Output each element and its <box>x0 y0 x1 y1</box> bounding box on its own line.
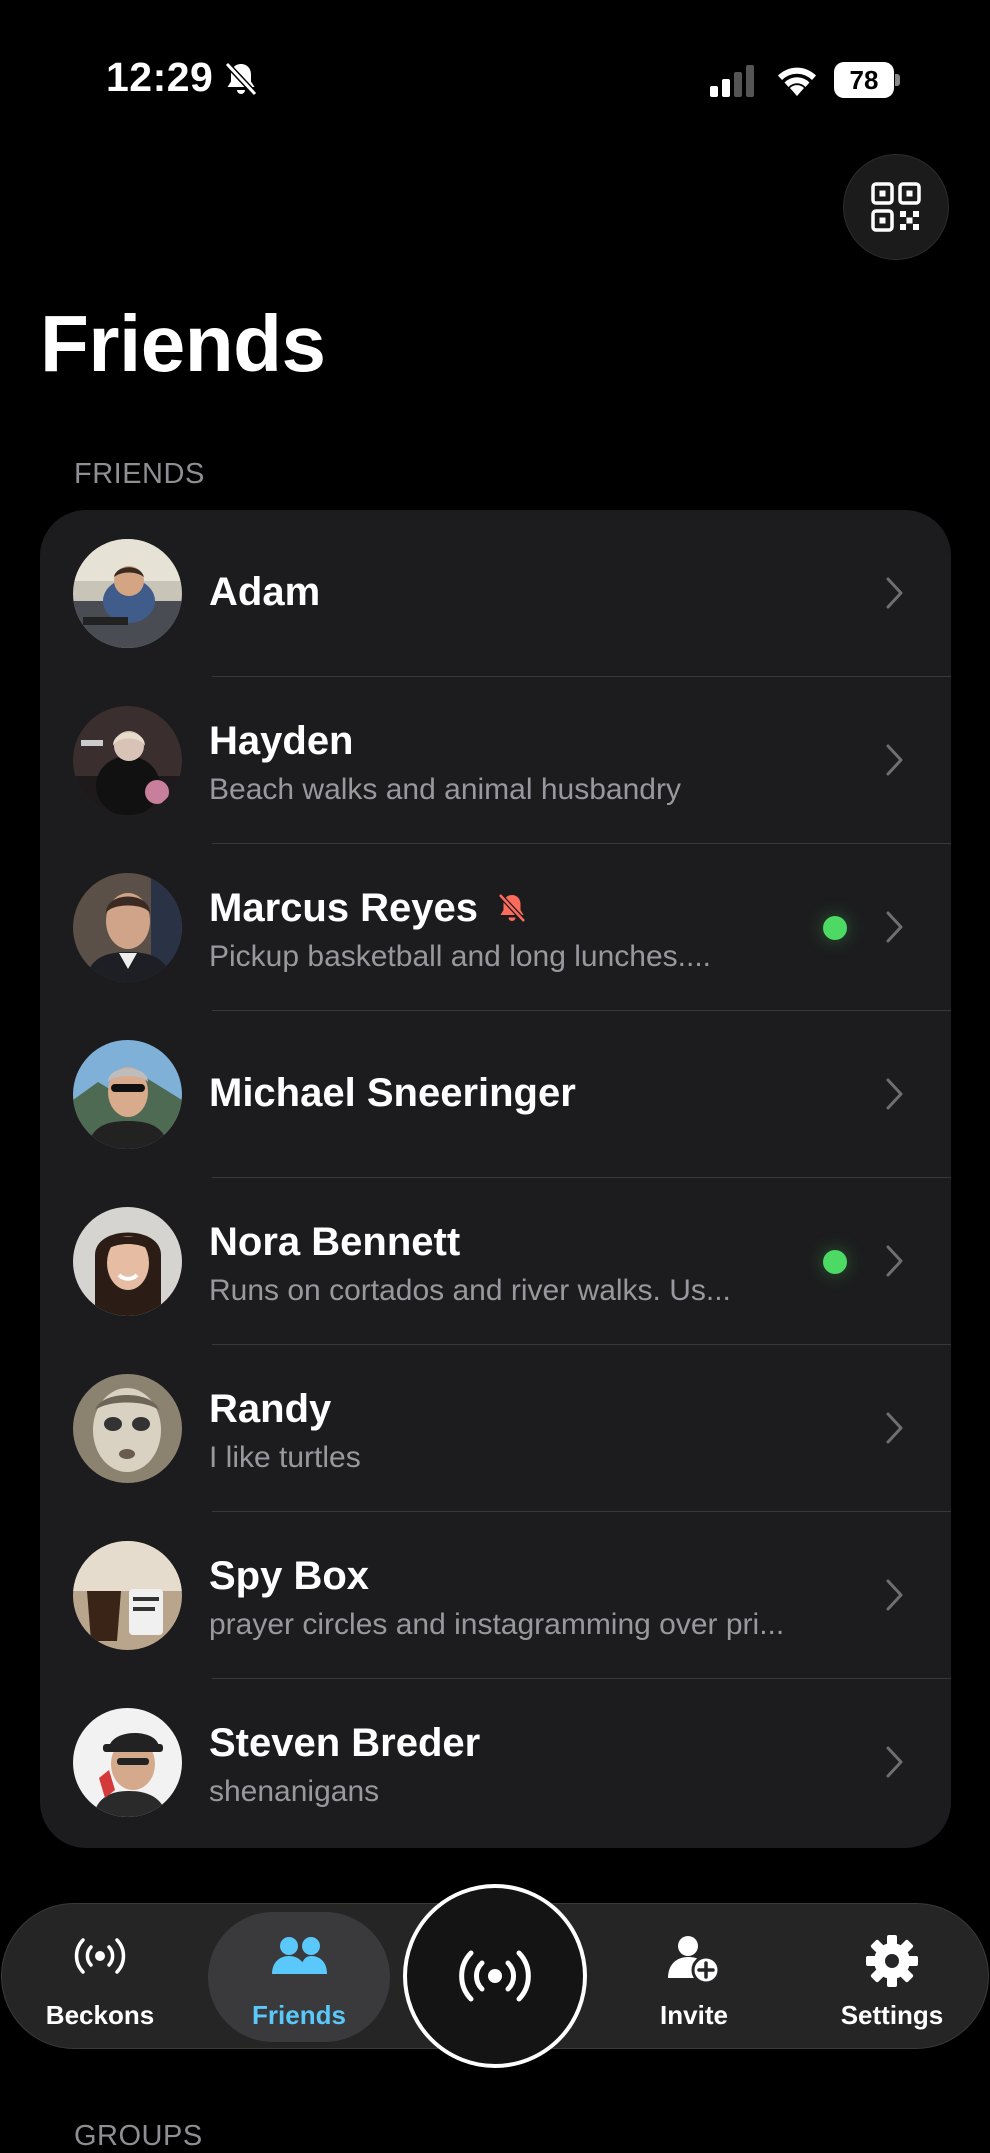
friend-name: Steven Breder <box>209 1721 481 1765</box>
friend-row-randy[interactable]: Randy I like turtles <box>40 1345 951 1512</box>
friend-status: Runs on cortados and river walks. Us... <box>209 1274 731 1307</box>
tab-label: Invite <box>660 2000 728 2030</box>
avatar <box>73 1207 182 1316</box>
friend-row-steven-breder[interactable]: Steven Breder shenanigans <box>40 1679 951 1846</box>
battery-tip <box>895 74 900 86</box>
cellular-signal-icon <box>710 65 754 97</box>
tab-invite[interactable]: Invite <box>618 1904 770 2050</box>
section-header-groups: GROUPS <box>74 2120 203 2152</box>
friend-row-marcus-reyes[interactable]: Marcus Reyes Pickup basketball and long … <box>40 844 951 1011</box>
page-title: Friends <box>40 299 326 388</box>
friend-name: Adam <box>209 570 321 614</box>
tab-label: Settings <box>840 2000 944 2030</box>
section-header-friends: FRIENDS <box>74 458 205 490</box>
chevron-right-icon <box>886 911 903 943</box>
online-indicator <box>823 916 847 940</box>
friend-name: Randy <box>209 1387 332 1431</box>
friends-screen: 12:29 78 Friends FRIENDS Adam Hayden Bea… <box>0 0 990 2153</box>
chevron-right-icon <box>886 744 903 776</box>
bell-slash-icon <box>498 893 526 923</box>
tab-label: Beckons <box>45 2000 155 2030</box>
tab-settings[interactable]: Settings <box>816 1904 968 2050</box>
avatar <box>73 1040 182 1149</box>
gear-icon <box>866 1935 918 1987</box>
chevron-right-icon <box>886 1245 903 1277</box>
people-icon <box>272 1937 327 1974</box>
online-indicator <box>823 1250 847 1274</box>
chevron-right-icon <box>886 1078 903 1110</box>
friend-name: Hayden <box>209 719 354 763</box>
friend-name: Spy Box <box>209 1554 370 1598</box>
qr-code-icon <box>871 182 921 232</box>
chevron-right-icon <box>886 1412 903 1444</box>
qr-code-button[interactable] <box>843 154 949 260</box>
tab-friends[interactable]: Friends <box>208 1904 390 2050</box>
avatar <box>73 706 182 815</box>
avatar <box>73 1708 182 1817</box>
broadcast-icon <box>459 1950 531 2002</box>
friend-name: Marcus Reyes <box>209 886 479 930</box>
add-person-icon <box>668 1936 721 1985</box>
friend-status: prayer circles and instagramming over pr… <box>209 1608 785 1641</box>
avatar <box>73 539 182 648</box>
send-beckon-button[interactable] <box>403 1884 587 2068</box>
broadcast-icon <box>74 1938 126 1974</box>
status-time: 12:29 <box>106 54 214 100</box>
friend-name: Nora Bennett <box>209 1220 461 1264</box>
friend-status: I like turtles <box>209 1441 361 1474</box>
friends-list: Adam Hayden Beach walks and animal husba… <box>40 510 951 1848</box>
friend-status: Beach walks and animal husbandry <box>209 773 681 806</box>
friend-status: Pickup basketball and long lunches.... <box>209 940 711 973</box>
friend-status: shenanigans <box>209 1775 380 1808</box>
battery-indicator: 78 <box>834 62 900 98</box>
bell-slash-icon <box>224 61 258 97</box>
friend-name: Michael Sneeringer <box>209 1071 576 1115</box>
battery-level: 78 <box>834 62 894 98</box>
friend-row-hayden[interactable]: Hayden Beach walks and animal husbandry <box>40 677 951 844</box>
avatar <box>73 1541 182 1650</box>
wifi-icon <box>778 67 816 96</box>
chevron-right-icon <box>886 577 903 609</box>
chevron-right-icon <box>886 1746 903 1778</box>
chevron-right-icon <box>886 1579 903 1611</box>
tab-beckons[interactable]: Beckons <box>22 1904 178 2050</box>
friend-row-adam[interactable]: Adam <box>40 510 951 677</box>
tab-label: Friends <box>252 2000 346 2030</box>
avatar <box>73 1374 182 1483</box>
friend-row-spy-box[interactable]: Spy Box prayer circles and instagramming… <box>40 1512 951 1679</box>
friend-row-michael-sneeringer[interactable]: Michael Sneeringer <box>40 1011 951 1178</box>
avatar <box>73 873 182 982</box>
friend-row-nora-bennett[interactable]: Nora Bennett Runs on cortados and river … <box>40 1178 951 1345</box>
